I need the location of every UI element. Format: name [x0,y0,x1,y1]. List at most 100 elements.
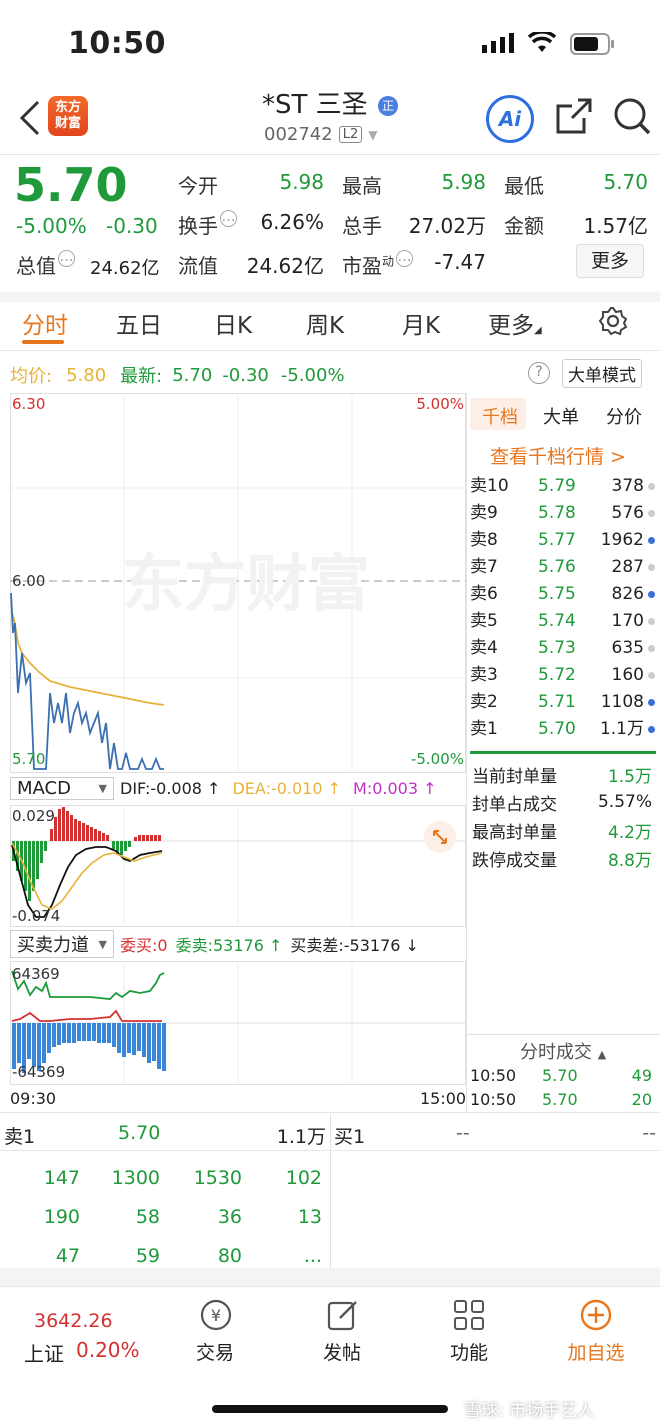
macd-selector[interactable]: MACD ▼ [10,776,114,800]
pct-axis-top: 5.00% [416,395,464,413]
queue-sell-price: 5.70 [118,1122,161,1144]
queue-buy-price: -- [456,1122,470,1144]
tab-more[interactable]: 更多◢ [488,306,542,340]
ticks-list: 10:50 5.70 49 10:50 5.70 20 [470,1065,652,1109]
volume-dot [648,672,655,679]
chart-watermark: 东方财富 [122,547,370,620]
nav-post[interactable]: 发帖 [297,1338,387,1365]
ask-levels: 卖10 5.79 378 卖9 5.78 576 卖8 5.77 1962 卖7 5.76 28… [470,473,656,743]
signal-icon [482,33,518,57]
turnover-value: 6.26% [260,210,324,234]
view-thousand-link[interactable]: 查看千档行情 > [490,442,626,469]
ask-row: 卖1 5.70 1.1万 [470,716,656,743]
pct-axis-bottom: -5.00% [411,750,464,768]
nav-add-watchlist[interactable]: 加自选 [551,1338,641,1365]
dropdown-arrow-icon: ▼ [98,781,107,795]
stock-code: 002742 [264,124,333,145]
stock-code-row[interactable]: 002742 L2 ▼ [264,124,377,145]
latest-change: -0.30 [222,364,269,386]
volume-dot [648,564,655,571]
volume-dot [648,537,655,544]
mktcap-label: 总值… [16,249,75,278]
limit-down-divider [470,751,656,754]
bottom-gap [0,1268,660,1286]
seal-stats: 当前封单量 1.5万 封单占成交 5.57% 最高封单量 4.2万 跌停成交量 8.8万 [472,766,652,871]
mktcap-value: 24.62亿 [90,258,160,279]
trade-icon[interactable]: ¥ [199,1298,233,1336]
queue-split [330,1114,331,1269]
more-quote-button[interactable]: 更多 [576,244,644,278]
nav-trade[interactable]: 交易 [170,1338,260,1365]
tab-monthly-k[interactable]: 月K [402,306,440,340]
latest-percent: -5.00% [280,364,345,386]
low-value: 5.70 [603,170,648,194]
y-axis-top: 6.30 [12,395,45,413]
pe-label: 市盈动… [342,249,414,278]
macd-header: MACD ▼ DIF:-0.008 ↑ DEA:-0.010 ↑ M:0.003 … [10,774,437,802]
index-name[interactable]: 上证 [24,1338,64,1367]
macd-dea: DEA:-0.010 ↑ [232,778,342,798]
avg-label: 均价: [10,366,53,387]
volume-value: 27.02万 [408,214,486,238]
macd-y-bottom: -0.074 [12,907,60,925]
ai-assistant-button[interactable]: Ai [486,95,534,143]
volume-dot [648,699,655,706]
amount-value: 1.57亿 [583,214,648,238]
intraday-price-chart[interactable]: 东方财富 6.30 6.00 5.70 5.00% -5.00% [10,393,466,773]
share-icon[interactable] [554,96,594,140]
ask-row: 卖5 5.74 170 [470,608,656,635]
force-selector[interactable]: 买卖力道 ▼ [10,930,114,958]
index-percent[interactable]: 0.20% [76,1338,140,1362]
pe-value: -7.47 [434,250,486,274]
tab-price-dist[interactable]: 分价 [606,403,642,429]
volume-dot [648,645,655,652]
float-value: 24.62亿 [246,254,324,278]
help-icon[interactable]: ? [528,362,550,384]
tab-thousand-level[interactable]: 千档 [482,403,518,429]
nav-functions[interactable]: 功能 [424,1338,514,1365]
macd-chart[interactable]: 0.029 -0.074 [10,805,466,927]
svg-text:¥: ¥ [211,1306,221,1325]
latest-label: 最新: [120,366,163,387]
volume-dot [648,726,655,733]
snowball-watermark: 雪球: 市场手艺人 [464,1401,595,1421]
settings-gear-icon[interactable] [598,306,628,340]
home-indicator [212,1405,448,1413]
info-icon[interactable]: … [58,250,75,267]
amount-label: 金额 [504,214,544,238]
active-tab-indicator [22,340,64,344]
current-price: 5.70 [14,158,128,212]
macd-m: M:0.003 ↑ [353,778,437,798]
force-header: 买卖力道 ▼ 委买:0 委卖:53176 ↑ 买卖差:-53176 ↓ [10,930,419,958]
tab-intraday[interactable]: 分时 [22,306,68,340]
big-order-mode-button[interactable]: 大单模式 [562,359,642,388]
info-icon[interactable]: … [220,210,237,227]
queue-row: 190 58 36 13 [43,1205,322,1228]
index-value[interactable]: 3642.26 [34,1310,113,1332]
time-end: 15:00 [420,1089,467,1108]
stock-name: *ST 三圣 [262,90,368,120]
add-watch-icon[interactable] [579,1298,613,1336]
caret-icon: ◢ [534,325,542,336]
open-value: 5.98 [279,170,324,194]
functions-grid-icon[interactable] [452,1298,486,1336]
macd-dif: DIF:-0.008 ↑ [120,778,221,798]
tab-big-order[interactable]: 大单 [543,403,579,429]
float-label: 流值 [178,254,218,278]
force-chart[interactable]: 64369 -64369 [10,961,466,1085]
status-time: 10:50 [68,26,166,61]
tab-weekly-k[interactable]: 周K [306,306,344,340]
search-icon[interactable] [612,96,652,140]
info-icon[interactable]: … [396,250,414,267]
latest-value: 5.70 [172,364,213,386]
volume-dot [648,618,655,625]
ticks-title[interactable]: 分时成交 ▲ [520,1038,606,1064]
force-bid: 委买:0 [120,936,168,955]
post-icon[interactable] [326,1298,360,1336]
tab-five-day[interactable]: 五日 [116,306,162,340]
ask-row: 卖2 5.71 1108 [470,689,656,716]
ask-row: 卖9 5.78 576 [470,500,656,527]
queue-buy-volume: -- [642,1122,656,1144]
tab-daily-k[interactable]: 日K [214,306,252,340]
force-y-bottom: -64369 [12,1063,65,1081]
